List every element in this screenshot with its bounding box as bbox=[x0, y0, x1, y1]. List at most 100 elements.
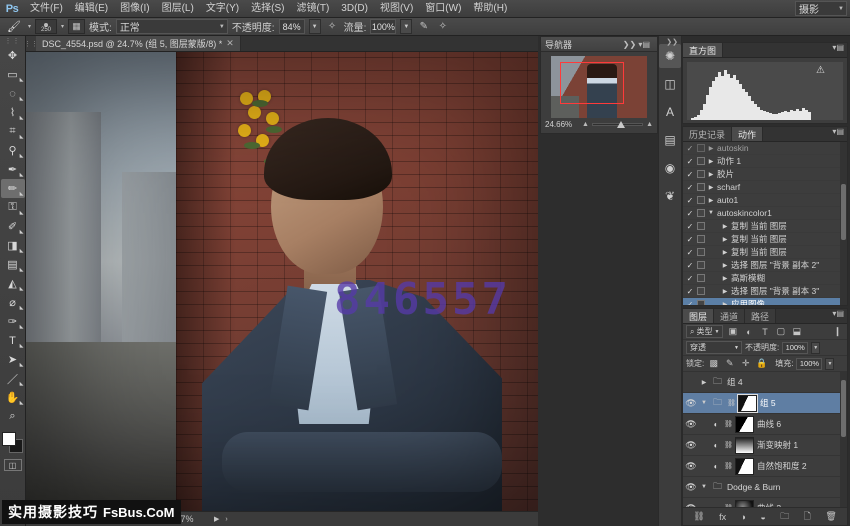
layer-fill-stepper[interactable]: ▼ bbox=[825, 358, 834, 370]
action-enabled-check-icon[interactable]: ✓ bbox=[685, 144, 695, 153]
close-icon[interactable]: ✕ bbox=[226, 38, 234, 49]
adjustments-panel-icon[interactable]: ◫ bbox=[659, 72, 681, 96]
chevron-right-icon[interactable]: ▶ bbox=[721, 275, 729, 282]
flow-stepper[interactable]: ▼ bbox=[400, 19, 412, 34]
layer-visibility-icon[interactable]: 👁 bbox=[685, 482, 697, 493]
menu-type[interactable]: 文字(Y) bbox=[200, 0, 245, 18]
chevron-right-icon[interactable]: ▶ bbox=[707, 184, 715, 191]
layer-visibility-icon[interactable]: 👁 bbox=[685, 503, 697, 508]
tool-eyedropper[interactable]: ⚲◣ bbox=[1, 141, 25, 160]
add-mask-icon[interactable]: ◑ bbox=[741, 512, 746, 522]
chevron-right-icon[interactable]: ▶ bbox=[707, 145, 715, 152]
tool-lasso[interactable]: ◌◣ bbox=[1, 84, 25, 103]
play-arrow-icon[interactable]: ▶ bbox=[214, 515, 219, 523]
new-group-icon[interactable]: 🗀 bbox=[780, 509, 789, 525]
filter-type-icon[interactable]: T bbox=[758, 327, 771, 337]
action-dialog-toggle[interactable] bbox=[697, 209, 705, 217]
brush-presets-icon[interactable]: ❦ bbox=[659, 184, 681, 208]
list-item[interactable]: ✓ ▶ autoskin bbox=[683, 142, 847, 155]
list-item[interactable]: ✓ ▶ 胶片 bbox=[683, 168, 847, 181]
menu-image[interactable]: 图像(I) bbox=[114, 0, 155, 18]
tab-layers[interactable]: 图层 bbox=[683, 309, 714, 323]
scrollbar-thumb[interactable] bbox=[841, 380, 846, 437]
navigator-zoom-slider[interactable] bbox=[592, 123, 643, 126]
flow-value[interactable]: 100% bbox=[370, 19, 396, 34]
list-item[interactable]: ✓ ▶ 复制 当前 图层 bbox=[683, 233, 847, 246]
list-item[interactable]: ✓ ▶ 选择 图层 "背景 副本 2" bbox=[683, 259, 847, 272]
action-dialog-toggle[interactable] bbox=[697, 248, 705, 256]
chevron-right-icon[interactable]: ▶ bbox=[700, 379, 708, 386]
tool-quick-select[interactable]: ⌇◣ bbox=[1, 103, 25, 122]
action-enabled-check-icon[interactable]: ✓ bbox=[685, 287, 695, 296]
layer-mask-thumbnail[interactable] bbox=[735, 500, 754, 508]
lock-all-icon[interactable]: 🔒 bbox=[755, 358, 768, 369]
tab-paths[interactable]: 路径 bbox=[745, 309, 776, 323]
tool-gradient[interactable]: ▤◣ bbox=[1, 255, 25, 274]
tool-move[interactable]: ✥ bbox=[1, 46, 25, 65]
layer-filter-type-select[interactable]: ⌕ 类型 ▼ bbox=[686, 325, 723, 338]
action-dialog-toggle[interactable] bbox=[697, 274, 705, 282]
action-enabled-check-icon[interactable]: ✓ bbox=[685, 222, 695, 231]
airbrush-icon[interactable]: ✎ bbox=[416, 19, 431, 34]
lock-position-icon[interactable]: ✛ bbox=[739, 358, 752, 369]
tool-dodge[interactable]: ⌀◣ bbox=[1, 293, 25, 312]
tablet-pressure-opacity-icon[interactable]: ✧ bbox=[325, 19, 340, 34]
action-dialog-toggle[interactable] bbox=[697, 300, 705, 305]
layer-visibility-icon[interactable]: 👁 bbox=[685, 419, 697, 430]
list-item[interactable]: ✓ ▶ scharf bbox=[683, 181, 847, 194]
action-dialog-toggle[interactable] bbox=[697, 144, 705, 152]
action-dialog-toggle[interactable] bbox=[697, 196, 705, 204]
actions-list[interactable]: ✓ ▶ autoskin ✓ ▶ 动作 1 ✓ ▶ 胶片 ✓ ▶ s bbox=[683, 142, 847, 305]
panel-menu-icon[interactable]: ▾▤ bbox=[832, 309, 847, 323]
panel-menu-icon[interactable]: ▾▤ bbox=[832, 127, 847, 141]
quick-mask-icon[interactable]: ◫ bbox=[4, 459, 22, 471]
tab-actions[interactable]: 动作 bbox=[732, 127, 763, 141]
layer-mask-thumbnail[interactable] bbox=[735, 458, 754, 475]
action-enabled-check-icon[interactable]: ✓ bbox=[685, 157, 695, 166]
action-dialog-toggle[interactable] bbox=[697, 170, 705, 178]
layer-blend-mode-select[interactable]: 穿透 ▼ bbox=[686, 341, 742, 354]
tool-marquee[interactable]: ▭◣ bbox=[1, 65, 25, 84]
color-panel-icon[interactable]: ✺ bbox=[659, 44, 681, 68]
brush-size-chevron-icon[interactable]: ▾ bbox=[61, 23, 64, 30]
action-enabled-check-icon[interactable]: ✓ bbox=[685, 196, 695, 205]
action-enabled-check-icon[interactable]: ✓ bbox=[685, 170, 695, 179]
chevron-right-icon[interactable]: ▶ bbox=[721, 223, 729, 230]
navigator-zoom-value[interactable]: 24.66% bbox=[545, 120, 579, 129]
layer-mask-thumbnail[interactable] bbox=[738, 395, 757, 412]
layer-visibility-icon[interactable]: 👁 bbox=[685, 461, 697, 472]
styles-panel-icon[interactable]: ◉ bbox=[659, 156, 681, 180]
opacity-value[interactable]: 84% bbox=[279, 19, 305, 34]
action-dialog-toggle[interactable] bbox=[697, 261, 705, 269]
action-enabled-check-icon[interactable]: ✓ bbox=[685, 274, 695, 283]
navigator-thumbnail[interactable] bbox=[551, 56, 647, 118]
menu-edit[interactable]: 编辑(E) bbox=[69, 0, 114, 18]
action-dialog-toggle[interactable] bbox=[697, 235, 705, 243]
tab-channels[interactable]: 通道 bbox=[714, 309, 745, 323]
filter-pixel-icon[interactable]: ▣ bbox=[726, 326, 739, 337]
list-item[interactable]: ✓ ▼ autoskincolor1 bbox=[683, 207, 847, 220]
layer-opacity-stepper[interactable]: ▼ bbox=[811, 342, 820, 354]
toolbar-grip[interactable]: ⋮⋮ bbox=[0, 36, 26, 46]
view-rectangle[interactable] bbox=[560, 62, 624, 104]
tool-healing-brush[interactable]: ✒◣ bbox=[1, 160, 25, 179]
warning-icon[interactable]: ⚠ bbox=[816, 65, 825, 76]
zoom-in-icon[interactable]: ▲ bbox=[646, 121, 653, 128]
chevron-down-icon[interactable]: ▼ bbox=[700, 484, 708, 490]
brush-preset-chevron-icon[interactable]: ▾ bbox=[28, 23, 31, 30]
zoom-out-icon[interactable]: ▲ bbox=[582, 121, 589, 128]
document-tab[interactable]: DSC_4554.psd @ 24.7% (组 5, 图层蒙版/8) * ✕ bbox=[36, 36, 241, 51]
link-icon[interactable]: ⛓ bbox=[727, 399, 735, 407]
table-row[interactable]: 👁 ◐ ⛓ 自然饱和度 2 bbox=[683, 456, 847, 477]
layer-fill-value[interactable]: 100% bbox=[796, 358, 822, 370]
layer-style-icon[interactable]: fx bbox=[719, 512, 726, 522]
list-item[interactable]: ✓ ▶ 复制 当前 图层 bbox=[683, 246, 847, 259]
chevron-right-icon[interactable]: ▶ bbox=[721, 249, 729, 256]
paragraph-panel-icon[interactable]: ▤ bbox=[659, 128, 681, 152]
tool-zoom[interactable]: ⌕ bbox=[1, 407, 25, 426]
action-dialog-toggle[interactable] bbox=[697, 222, 705, 230]
table-row[interactable]: 👁 ◐ ⛓ 渐变映射 1 bbox=[683, 435, 847, 456]
slider-knob[interactable] bbox=[617, 121, 625, 128]
list-item[interactable]: ✓ ▶ 动作 1 bbox=[683, 155, 847, 168]
list-item[interactable]: ✓ ▶ 选择 图层 "背景 副本 3" bbox=[683, 285, 847, 298]
